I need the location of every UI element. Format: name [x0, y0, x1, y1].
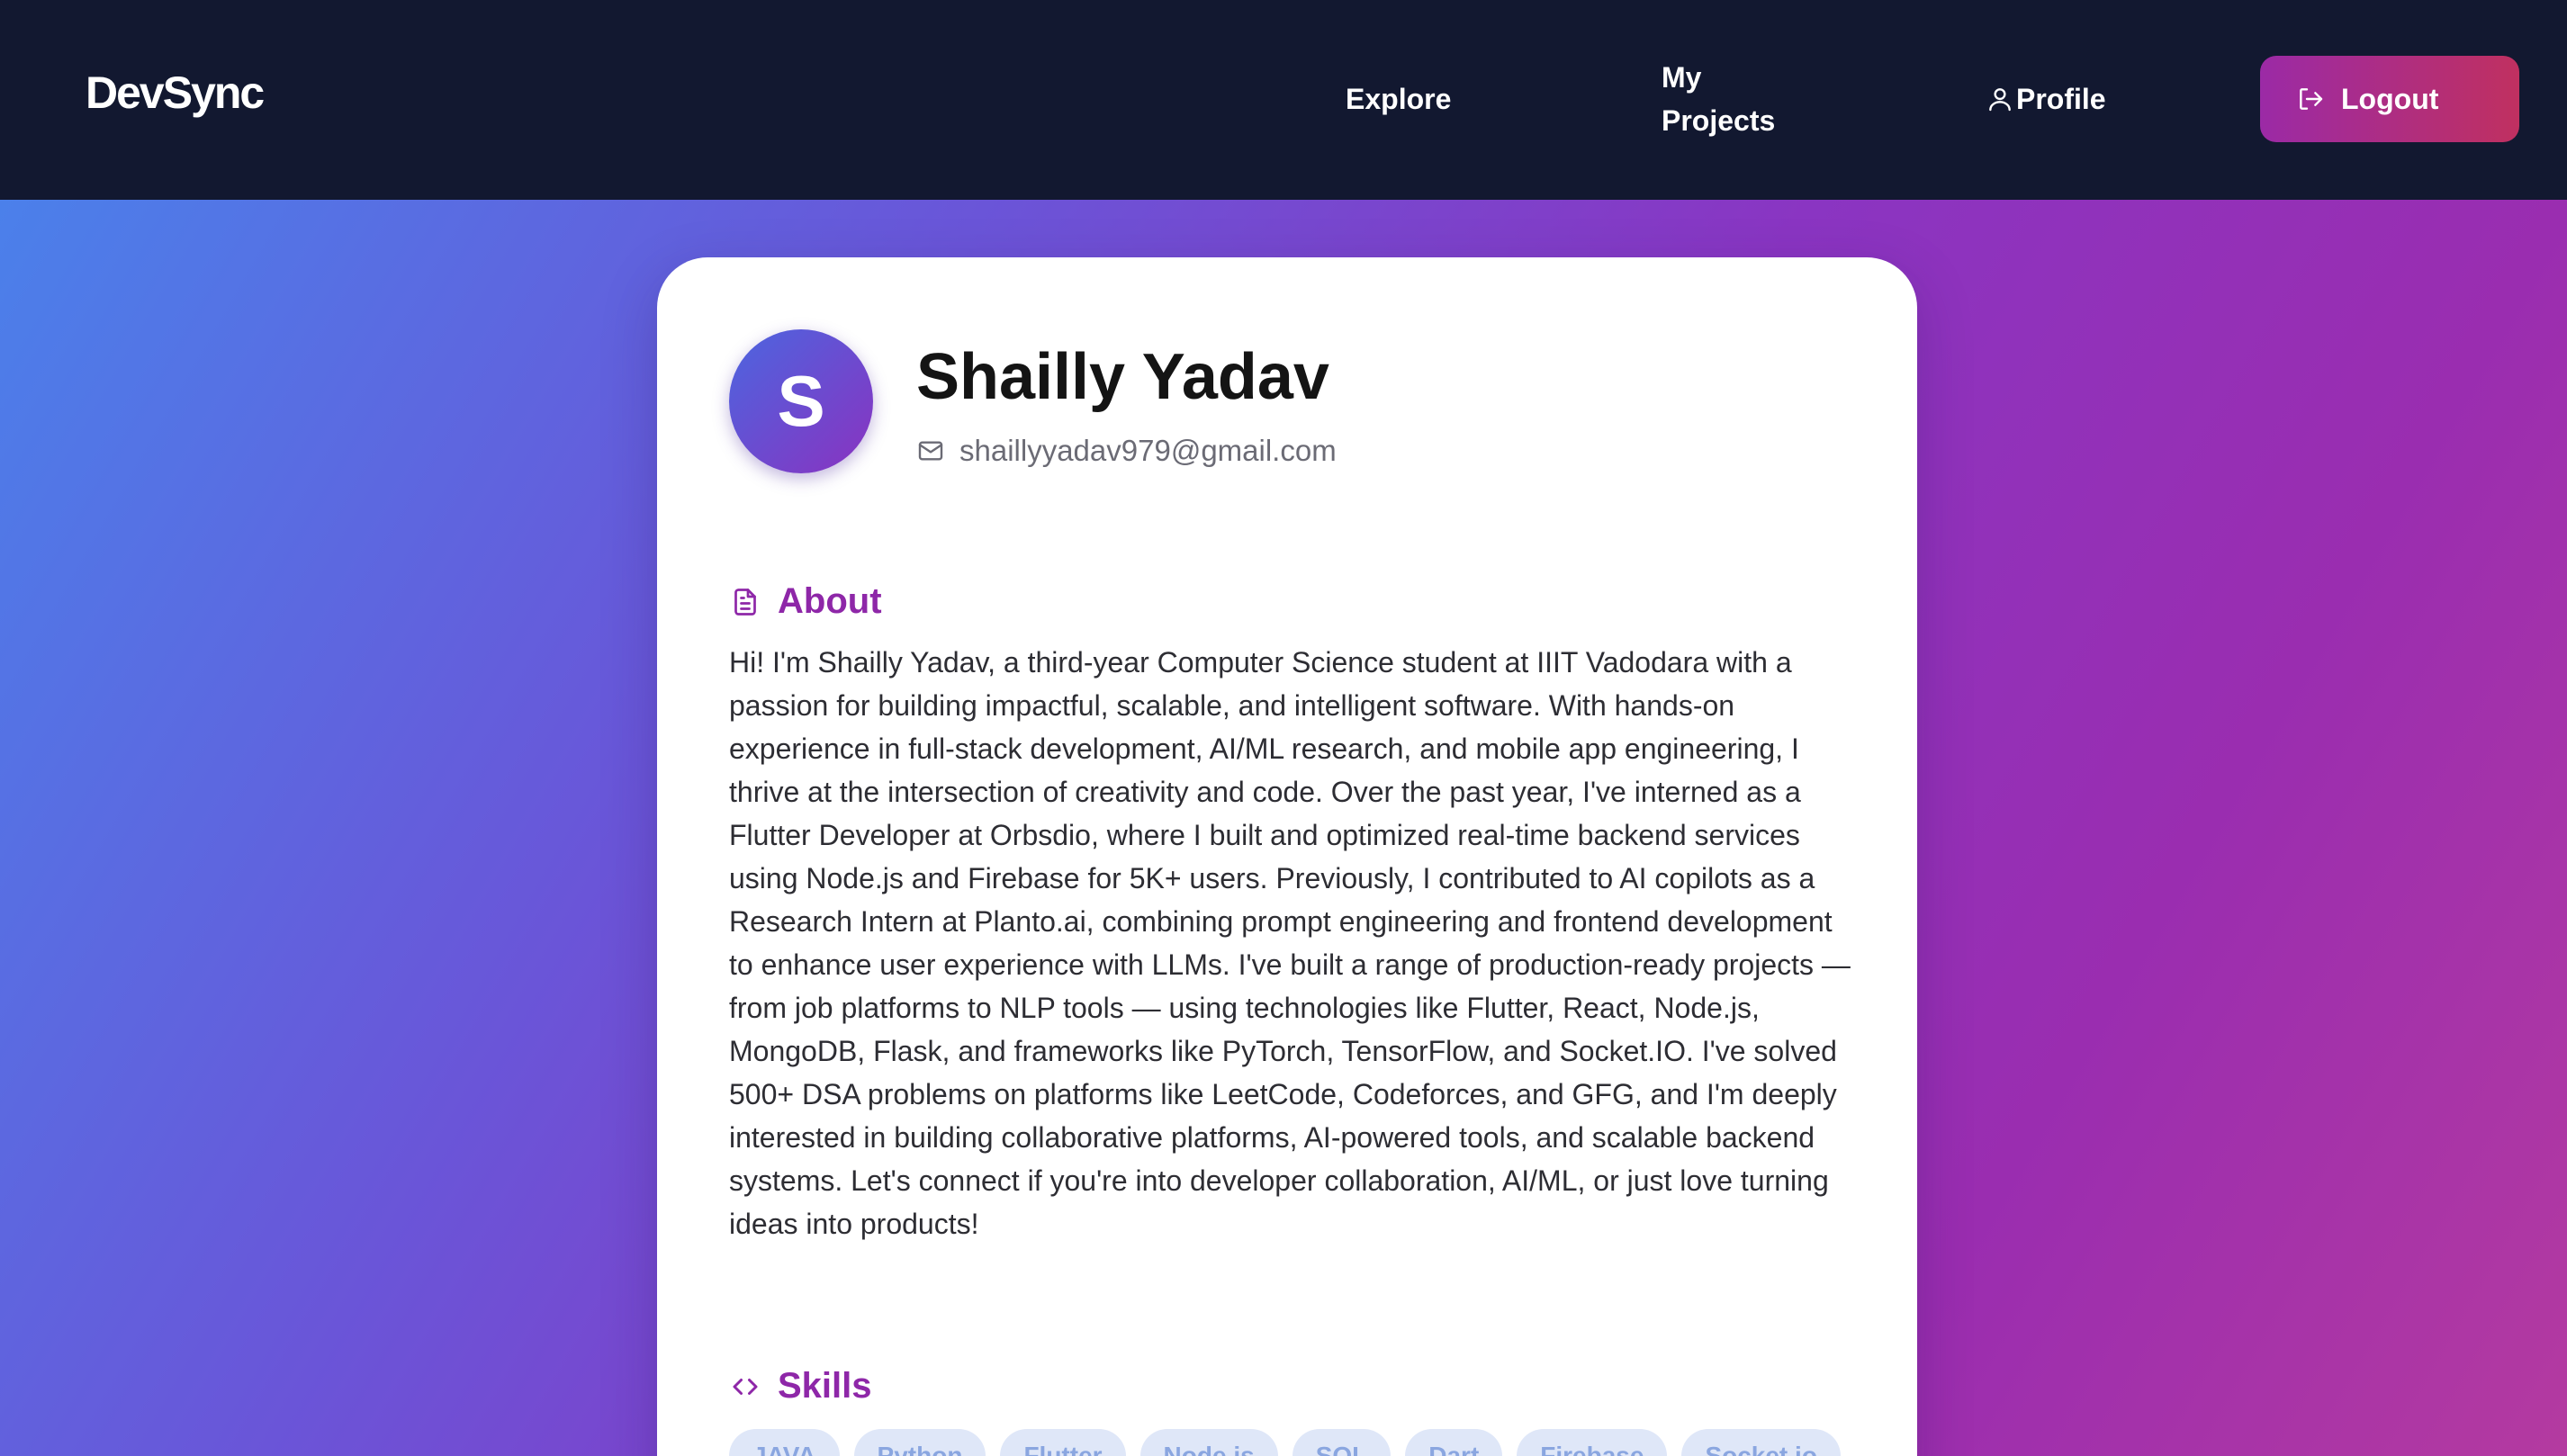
nav-profile-link[interactable]: Profile	[1986, 77, 2106, 121]
email-row: shaillyyadav979@gmail.com	[916, 434, 1337, 468]
user-icon	[1986, 85, 2014, 113]
navbar: DevSync Explore My Projects Profile Logo…	[0, 0, 2567, 200]
logout-button[interactable]: Logout	[2260, 56, 2519, 142]
about-heading: About	[729, 581, 882, 622]
profile-card: S Shailly Yadav shaillyyadav979@gmail.co…	[657, 257, 1917, 1456]
skills-list: JAVA Python Flutter Node.js SQL Dart Fir…	[729, 1429, 1841, 1456]
skill-chip: SQL	[1292, 1429, 1392, 1456]
profile-email: shaillyyadav979@gmail.com	[959, 434, 1337, 467]
code-icon	[729, 1371, 761, 1403]
logout-icon	[2296, 85, 2325, 113]
nav-explore-link[interactable]: Explore	[1346, 77, 1451, 121]
skill-chip: JAVA	[729, 1429, 840, 1456]
about-text: Hi! I'm Shailly Yadav, a third-year Comp…	[729, 646, 1851, 1240]
skill-chip: Node.js	[1139, 1429, 1278, 1456]
nav-my-projects-link[interactable]: My Projects	[1662, 56, 1806, 142]
avatar: S	[729, 329, 873, 473]
profile-name: Shailly Yadav	[916, 341, 1329, 413]
skill-chip: Flutter	[1000, 1429, 1126, 1456]
mail-icon	[916, 436, 945, 465]
brand-logo[interactable]: DevSync	[86, 70, 265, 115]
nav-profile-label: Profile	[2016, 83, 2106, 115]
skills-heading: Skills	[729, 1366, 872, 1407]
skill-chip: Firebase	[1517, 1429, 1668, 1456]
document-icon	[729, 586, 761, 618]
skill-chip: Python	[853, 1429, 986, 1456]
skill-chip: Dart	[1405, 1429, 1503, 1456]
logout-label: Logout	[2341, 82, 2439, 115]
about-title: About	[778, 581, 882, 621]
skill-chip: Socket.io	[1681, 1429, 1841, 1456]
skills-title: Skills	[778, 1366, 872, 1406]
